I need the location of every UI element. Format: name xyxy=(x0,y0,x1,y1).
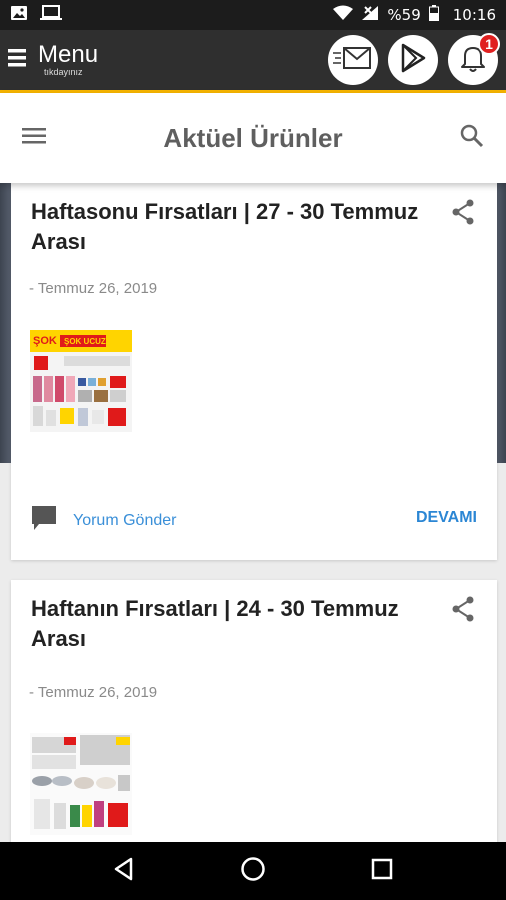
signal-icon xyxy=(361,5,379,25)
status-bar: %59 10:16 xyxy=(0,0,506,30)
battery-percent: %59 xyxy=(387,6,421,24)
home-icon[interactable] xyxy=(240,856,266,887)
comment-link[interactable]: Yorum Gönder xyxy=(31,505,176,536)
post-thumbnail[interactable] xyxy=(30,733,132,835)
thumb-brand: ŞOK xyxy=(33,335,57,347)
post-title[interactable]: Haftanın Fırsatları | 24 - 30 Temmuz Ara… xyxy=(31,594,431,654)
play-icon xyxy=(399,43,427,78)
post-card: Haftasonu Fırsatları | 27 - 30 Temmuz Ar… xyxy=(11,183,497,560)
post-title[interactable]: Haftasonu Fırsatları | 27 - 30 Temmuz Ar… xyxy=(31,197,431,257)
post-date: - Temmuz 26, 2019 xyxy=(29,280,158,297)
battery-icon xyxy=(428,5,439,25)
menu-sublabel: tıkdayınız xyxy=(44,67,83,77)
wifi-icon xyxy=(333,5,354,25)
mail-button[interactable] xyxy=(328,35,378,85)
thumb-banner: ŞOK UCUZ! xyxy=(64,337,108,346)
share-icon[interactable] xyxy=(451,596,475,627)
mail-icon xyxy=(333,44,373,77)
page-title: Aktüel Ürünler xyxy=(163,122,343,153)
clock: 10:16 xyxy=(452,6,496,24)
hamburger-icon xyxy=(8,47,26,74)
menu-label: Menu xyxy=(38,41,99,68)
app-bar: Menu tıkdayınız 1 xyxy=(0,30,506,90)
play-store-button[interactable] xyxy=(388,35,438,85)
comment-icon xyxy=(31,505,57,536)
notifications-button[interactable]: 1 xyxy=(448,33,500,85)
page-header: Aktüel Ürünler xyxy=(0,93,506,183)
post-date: - Temmuz 26, 2019 xyxy=(29,684,158,701)
notification-badge: 1 xyxy=(478,33,500,55)
read-more-link[interactable]: DEVAMI xyxy=(416,509,477,527)
post-thumbnail[interactable]: ŞOK ŞOK UCUZ! xyxy=(30,330,132,432)
post-card: Haftanın Fırsatları | 24 - 30 Temmuz Ara… xyxy=(11,580,497,850)
menu-button[interactable]: Menu tıkdayınız xyxy=(8,43,98,77)
navigation-bar xyxy=(0,842,506,900)
recents-icon[interactable] xyxy=(371,858,393,885)
laptop-icon xyxy=(40,4,62,26)
search-icon[interactable] xyxy=(460,124,484,153)
share-icon[interactable] xyxy=(451,199,475,230)
comment-label: Yorum Gönder xyxy=(73,511,177,529)
image-icon xyxy=(10,5,28,26)
back-icon[interactable] xyxy=(113,857,135,886)
hamburger-icon[interactable] xyxy=(22,127,46,150)
